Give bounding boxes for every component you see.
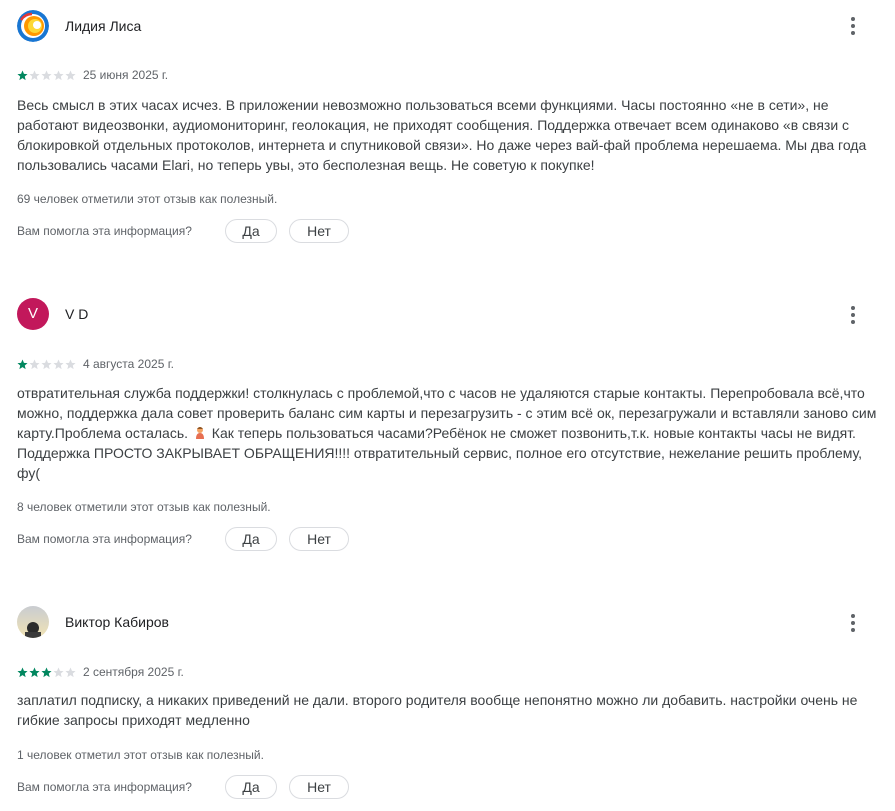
star-empty-icon	[65, 666, 76, 677]
yes-button[interactable]: Да	[225, 775, 277, 799]
helpful-question: Вам помогла эта информация?	[17, 224, 192, 238]
helpful-question-row: Вам помогла эта информация? Да Нет	[17, 527, 349, 551]
more-options-button[interactable]	[839, 301, 867, 329]
star-filled-icon	[17, 358, 28, 369]
star-empty-icon	[53, 666, 64, 677]
no-button[interactable]: Нет	[289, 219, 349, 243]
review-text: заплатил подписку, а никаких приведений …	[17, 692, 858, 728]
no-button[interactable]: Нет	[289, 527, 349, 551]
review-date: 2 сентября 2025 г.	[83, 665, 184, 679]
star-empty-icon	[29, 69, 40, 80]
person-emoji	[195, 427, 204, 439]
helpful-count: 69 человек отметили этот отзыв как полез…	[17, 192, 278, 206]
review-date: 25 июня 2025 г.	[83, 68, 169, 82]
star-rating	[17, 69, 77, 81]
avatar[interactable]	[17, 606, 49, 638]
avatar[interactable]	[17, 10, 49, 42]
review-date: 4 августа 2025 г.	[83, 357, 174, 371]
author-name: Виктор Кабиров	[65, 614, 169, 630]
helpful-question: Вам помогла эта информация?	[17, 780, 192, 794]
review-text: Весь смысл в этих часах исчез. В приложе…	[17, 97, 867, 173]
author-name: V D	[65, 306, 89, 322]
star-empty-icon	[65, 69, 76, 80]
star-empty-icon	[65, 358, 76, 369]
helpful-question-row: Вам помогла эта информация? Да Нет	[17, 775, 349, 799]
author-name: Лидия Лиса	[65, 18, 142, 34]
star-filled-icon	[17, 666, 28, 677]
rating-row: 2 сентября 2025 г.	[17, 665, 184, 679]
helpful-question-row: Вам помогла эта информация? Да Нет	[17, 219, 349, 243]
star-filled-icon	[41, 666, 52, 677]
star-rating	[17, 666, 77, 678]
helpful-count: 8 человек отметили этот отзыв как полезн…	[17, 500, 271, 514]
more-options-button[interactable]	[839, 609, 867, 637]
yes-button[interactable]: Да	[225, 527, 277, 551]
star-empty-icon	[53, 69, 64, 80]
more-options-button[interactable]	[839, 12, 867, 40]
star-filled-icon	[17, 69, 28, 80]
rating-row: 4 августа 2025 г.	[17, 357, 174, 371]
more-vert-icon	[851, 17, 855, 21]
rating-row: 25 июня 2025 г.	[17, 68, 168, 82]
more-vert-icon	[851, 306, 855, 310]
star-filled-icon	[29, 666, 40, 677]
star-empty-icon	[29, 358, 40, 369]
no-button[interactable]: Нет	[289, 775, 349, 799]
helpful-question: Вам помогла эта информация?	[17, 532, 192, 546]
star-empty-icon	[41, 69, 52, 80]
star-empty-icon	[53, 358, 64, 369]
avatar[interactable]: V	[17, 298, 49, 330]
review-text: отвратительная служба поддержки! столкну…	[17, 383, 877, 483]
more-vert-icon	[851, 614, 855, 618]
helpful-count: 1 человек отметил этот отзыв как полезны…	[17, 748, 264, 762]
star-empty-icon	[41, 358, 52, 369]
star-rating	[17, 358, 77, 370]
yes-button[interactable]: Да	[225, 219, 277, 243]
